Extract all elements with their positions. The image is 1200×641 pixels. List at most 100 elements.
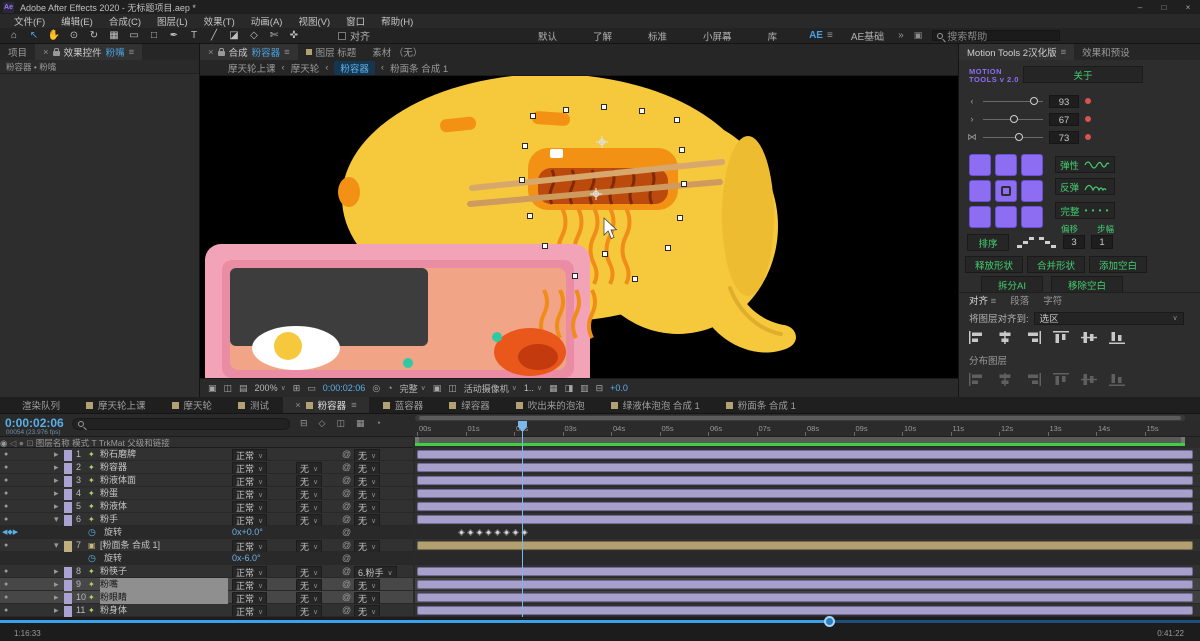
- timeline-tab-0[interactable]: 渲染队列: [10, 397, 72, 413]
- column-mode[interactable]: 模式: [72, 438, 89, 448]
- region-of-interest-icon[interactable]: ▣: [433, 383, 442, 394]
- parent-pickwhip-icon[interactable]: @: [342, 500, 351, 513]
- eye-icon[interactable]: ●: [4, 513, 8, 526]
- stopwatch-icon[interactable]: ◷: [88, 552, 96, 565]
- layer-duration-bar[interactable]: [417, 463, 1193, 472]
- align-bottom-icon[interactable]: [1109, 331, 1125, 347]
- menu-item-3[interactable]: 图层(L): [149, 14, 196, 28]
- column-trkmat[interactable]: T TrkMat: [92, 438, 125, 448]
- align-top-icon[interactable]: [1053, 331, 1069, 347]
- layer-row-11[interactable]: ●▸11✦粉身体正常∨无∨@无∨: [0, 604, 413, 617]
- slider-knob-0[interactable]: [1030, 97, 1038, 105]
- eye-icon[interactable]: ●: [4, 487, 8, 500]
- slider-mode-icon-0[interactable]: ‹: [967, 96, 977, 107]
- remove-whitespace-button[interactable]: 移除空白: [1051, 276, 1123, 293]
- track-layer-row-9[interactable]: [415, 578, 1200, 591]
- transparency-grid-icon[interactable]: ◫: [448, 383, 457, 394]
- timeline-tab-1[interactable]: 摩天轮上课: [74, 397, 158, 413]
- layer-name[interactable]: 粉容器: [100, 461, 127, 474]
- track-layer-row-2[interactable]: [415, 461, 1200, 474]
- slider-mode-icon-1[interactable]: ›: [967, 114, 977, 125]
- column-layer-name[interactable]: 图层名称: [36, 438, 70, 448]
- panel-menu-icon[interactable]: ≡: [1061, 47, 1067, 58]
- timeline-tab-3[interactable]: 测试: [226, 397, 281, 413]
- orbit-camera-tool[interactable]: ↻: [84, 30, 104, 41]
- parent-pickwhip-icon[interactable]: @: [342, 578, 351, 591]
- twirl-icon[interactable]: ▾: [54, 513, 59, 526]
- anchor-cell-6[interactable]: [969, 206, 991, 228]
- menu-item-6[interactable]: 视图(V): [290, 14, 338, 28]
- merge-shapes-button[interactable]: 合并形状: [1027, 256, 1085, 273]
- camera-view-select[interactable]: 活动摄像机∨: [464, 382, 517, 395]
- parent-pickwhip-icon[interactable]: @: [342, 461, 351, 474]
- hand-tool[interactable]: ✋: [44, 30, 64, 41]
- layer-duration-bar[interactable]: [417, 515, 1193, 524]
- roto-brush-tool[interactable]: ✄: [264, 30, 284, 41]
- twirl-icon[interactable]: ▸: [54, 461, 59, 474]
- layer-row-9[interactable]: ●▸9✦粉嘴正常∨无∨@无∨: [0, 578, 413, 591]
- twirl-icon[interactable]: ▸: [54, 487, 59, 500]
- tab-close-icon[interactable]: ×: [43, 47, 49, 58]
- slider-knob-2[interactable]: [1015, 133, 1023, 141]
- composition-canvas[interactable]: [200, 76, 958, 378]
- layer-duration-bar[interactable]: [417, 567, 1193, 576]
- split-ai-button[interactable]: 拆分AI: [981, 276, 1043, 293]
- parent-pickwhip-icon[interactable]: @: [342, 565, 351, 578]
- parent-pickwhip-icon[interactable]: @: [342, 552, 351, 565]
- brush-tool[interactable]: ╱: [204, 30, 224, 41]
- layer-row-8[interactable]: ●▸8✦粉筷子正常∨无∨@6.粉手∨: [0, 565, 413, 578]
- eye-icon[interactable]: ●: [4, 578, 8, 591]
- panel-menu-icon[interactable]: ≡: [991, 296, 997, 307]
- draft-3d-icon[interactable]: ◇: [319, 418, 326, 429]
- menu-item-4[interactable]: 效果(T): [196, 14, 243, 28]
- workspace-ae-tab[interactable]: AE≡: [809, 30, 833, 41]
- twirl-icon[interactable]: ▸: [54, 500, 59, 513]
- slider-mode-icon-2[interactable]: ⋈: [967, 132, 977, 143]
- audio-column-icon[interactable]: ◁: [10, 438, 17, 448]
- slider-knob-1[interactable]: [1010, 115, 1018, 123]
- preview-monitor-icon[interactable]: ▣: [208, 383, 217, 394]
- tab-close-icon[interactable]: ×: [208, 47, 214, 58]
- puppet-pin-tool[interactable]: ✜: [284, 30, 304, 41]
- layer-row-5[interactable]: ●▸5✦粉液体正常∨无∨@无∨: [0, 500, 413, 513]
- viewer-current-time[interactable]: 0:00:02:06: [323, 383, 366, 393]
- layer-row-1[interactable]: ●▸1✦粉石磨牌正常∨@无∨: [0, 448, 413, 461]
- tab-project[interactable]: 项目: [0, 44, 35, 60]
- eye-icon[interactable]: ●: [4, 448, 8, 461]
- property-name[interactable]: 旋转: [104, 552, 122, 565]
- keyframe-diamond-2[interactable]: [476, 529, 483, 536]
- timeline-tab-9[interactable]: 粉面条 合成 1: [714, 397, 808, 413]
- layer-duration-bar[interactable]: [417, 580, 1193, 589]
- keyframe-dot-icon[interactable]: [1085, 98, 1091, 104]
- property-value[interactable]: 0x-6.0°: [232, 552, 261, 565]
- snap-align-toggle[interactable]: 对齐: [338, 28, 370, 43]
- keyframe-diamond-6[interactable]: [512, 529, 519, 536]
- tab-align[interactable]: 对齐 ≡: [969, 293, 996, 307]
- layer-duration-bar[interactable]: [417, 502, 1193, 511]
- track-layer-row-8[interactable]: [415, 565, 1200, 578]
- eye-icon[interactable]: ●: [4, 565, 8, 578]
- layer-name[interactable]: 粉蛋: [100, 487, 118, 500]
- keyframe-diamond-5[interactable]: [503, 529, 510, 536]
- menu-item-0[interactable]: 文件(F): [6, 14, 53, 28]
- eye-icon[interactable]: ●: [4, 591, 8, 604]
- eye-icon[interactable]: ●: [4, 539, 8, 552]
- tab-effect-controls[interactable]: × 效果控件 粉嘴 ≡: [35, 44, 142, 60]
- tab-effects-presets[interactable]: 效果和预设: [1074, 44, 1138, 60]
- snapshot-icon[interactable]: ◎: [372, 383, 380, 394]
- property-name[interactable]: 旋转: [104, 526, 122, 539]
- eye-column-icon[interactable]: ◉: [0, 438, 7, 448]
- fast-previews-icon[interactable]: ◨: [565, 383, 574, 394]
- solo-column-icon[interactable]: ●: [19, 438, 24, 448]
- track-property-row[interactable]: [415, 526, 1200, 539]
- layer-name[interactable]: 粉嘴: [100, 578, 228, 591]
- workspace-overflow-button[interactable]: »: [898, 30, 904, 41]
- stairs-down-icon[interactable]: [1039, 236, 1057, 251]
- parent-pickwhip-icon[interactable]: @: [342, 539, 351, 552]
- track-layer-row-5[interactable]: [415, 500, 1200, 513]
- layer-duration-bar[interactable]: [417, 606, 1193, 615]
- tab-layer[interactable]: 图层 标题: [298, 44, 365, 60]
- distribute-top-icon[interactable]: [1053, 373, 1069, 389]
- timeline-current-time[interactable]: 0:00:02:06: [5, 416, 64, 430]
- breadcrumb-item-3[interactable]: 粉面条 合成 1: [390, 61, 448, 75]
